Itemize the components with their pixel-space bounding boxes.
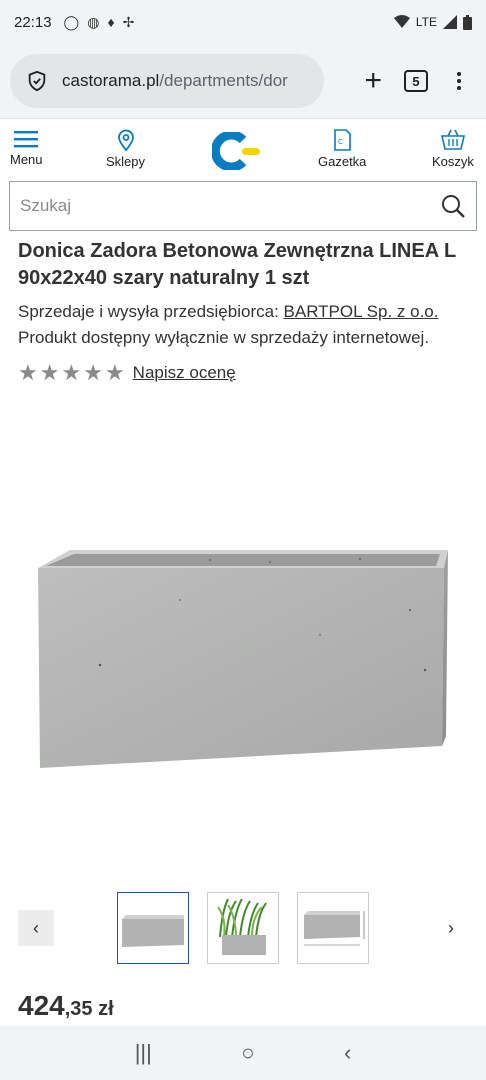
gallery-prev-button[interactable]: ‹	[18, 910, 54, 946]
cart-label: Koszyk	[432, 154, 474, 169]
flame-icon: ♦	[107, 14, 115, 30]
system-navigation-bar: ||| ○ ‹	[0, 1026, 486, 1080]
status-time: 22:13	[14, 13, 52, 31]
seller-link[interactable]: BARTPOL Sp. z o.o.	[284, 302, 439, 321]
stores-label: Sklepy	[106, 154, 146, 169]
castorama-logo[interactable]	[210, 130, 262, 175]
seller-prefix: Sprzedaje i wysyła przedsiębiorca:	[18, 302, 284, 321]
url-domain: castorama.pl	[62, 71, 160, 90]
back-button[interactable]: ‹	[344, 1040, 351, 1066]
home-button[interactable]: ○	[241, 1040, 254, 1066]
star-icon: ★	[61, 360, 82, 385]
status-right: LTE	[393, 14, 472, 30]
url-text[interactable]: castorama.pl/departments/dor	[62, 71, 288, 91]
url-path: /departments/dor	[159, 71, 288, 90]
shield-icon[interactable]	[26, 70, 48, 92]
search-icon[interactable]	[440, 193, 466, 219]
notification-icons: ◯ ◍ ♦ ✢	[64, 14, 135, 31]
address-bar[interactable]: castorama.pl/departments/dor	[10, 54, 324, 108]
location-pin-icon	[117, 129, 134, 151]
tab-switcher-button[interactable]: 5	[404, 70, 428, 92]
battery-icon	[463, 14, 472, 30]
price-currency: zł	[92, 998, 114, 1020]
gallery-next-button[interactable]: ›	[436, 910, 466, 946]
search-input[interactable]	[20, 196, 440, 216]
hamburger-icon	[14, 131, 39, 148]
search-bar	[9, 181, 477, 231]
product-title: Donica Zadora Betonowa Zewnętrzna LINEA …	[18, 240, 456, 289]
thumbnail-image	[304, 911, 365, 946]
browser-menu-button[interactable]	[450, 72, 468, 90]
new-tab-button[interactable]: +	[364, 66, 382, 96]
star-icon: ★	[18, 360, 38, 385]
star-icon: ★	[83, 360, 103, 385]
write-review-link[interactable]: Napisz ocenę	[133, 363, 236, 383]
recent-apps-button[interactable]: |||	[135, 1040, 152, 1066]
status-bar: 22:13 ◯ ◍ ♦ ✢ LTE	[0, 0, 486, 44]
thumbnail-image	[217, 898, 267, 955]
star-icon: ★	[104, 360, 125, 385]
cart-button[interactable]: Koszyk	[432, 129, 474, 169]
stores-button[interactable]: Sklepy	[106, 129, 145, 169]
fan-icon: ✢	[122, 13, 135, 30]
star-icon: ★	[39, 360, 60, 385]
castorama-logo-icon	[210, 130, 260, 172]
gallery-thumbnail[interactable]	[297, 892, 369, 964]
thumbnail-image	[122, 915, 184, 947]
product-price: 424,35 zł	[18, 990, 114, 1022]
svg-text:C: C	[338, 138, 343, 146]
whatsapp-icon: ◯	[63, 13, 80, 30]
flyer-button[interactable]: C Gazetka	[318, 129, 366, 169]
site-header: Menu Sklepy C Gazetka Koszyk	[0, 118, 486, 180]
availability-note: Produkt dostępny wyłącznie w sprzedaży i…	[18, 328, 430, 347]
product-image[interactable]	[30, 540, 456, 780]
signal-icon	[443, 15, 457, 29]
cart-icon	[440, 129, 465, 150]
network-type: LTE	[415, 15, 437, 29]
rating-row: ★ ★ ★ ★ ★ Napisz ocenę	[18, 362, 236, 384]
gallery-thumbnail[interactable]	[117, 892, 189, 964]
rating-stars: ★ ★ ★ ★ ★	[18, 362, 125, 384]
wifi-icon	[393, 15, 410, 28]
price-decimal: ,35	[64, 998, 93, 1020]
image-gallery: ‹ ›	[0, 890, 486, 966]
gallery-thumbnail[interactable]	[207, 892, 279, 964]
flyer-icon: C	[334, 129, 352, 151]
price-main: 424	[18, 990, 65, 1021]
menu-button[interactable]: Menu	[10, 129, 43, 167]
menu-label: Menu	[10, 152, 43, 167]
browser-toolbar: castorama.pl/departments/dor + 5	[0, 44, 486, 118]
seller-info: Sprzedaje i wysyła przedsiębiorca: BARTP…	[18, 300, 438, 324]
messenger-icon: ◍	[87, 13, 100, 30]
flyer-label: Gazetka	[318, 154, 367, 169]
